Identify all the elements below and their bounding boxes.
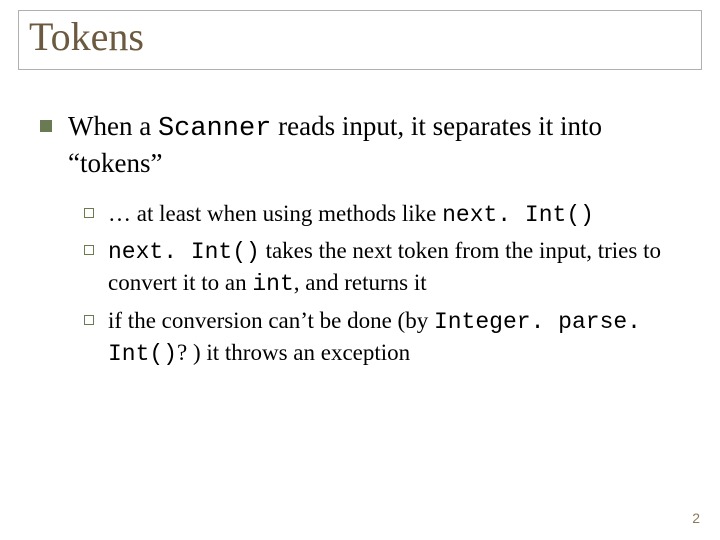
code-fragment: next. Int() <box>108 239 260 265</box>
text-fragment: … at least when using methods like <box>108 201 442 226</box>
text-fragment: ? ) it throws an exception <box>177 340 410 365</box>
slide-title: Tokens <box>29 15 691 59</box>
code-fragment: Scanner <box>158 114 271 144</box>
main-bullet: When a Scanner reads input, it separates… <box>40 110 680 181</box>
bullet-filled-icon <box>40 120 52 132</box>
main-bullet-text: When a Scanner reads input, it separates… <box>68 110 680 181</box>
sub-bullet: … at least when using methods like next.… <box>84 199 680 231</box>
page-number: 2 <box>692 510 700 526</box>
sub-bullet: if the conversion can’t be done (by Inte… <box>84 306 680 370</box>
bullet-open-icon <box>84 245 94 255</box>
code-fragment: int <box>252 271 293 297</box>
bullet-open-icon <box>84 208 94 218</box>
text-fragment: When a <box>68 111 158 141</box>
code-fragment: next. Int() <box>442 202 594 228</box>
slide-body: When a Scanner reads input, it separates… <box>40 110 680 376</box>
sub-bullet-text: next. Int() takes the next token from th… <box>108 236 680 300</box>
text-fragment: , and returns it <box>294 270 427 295</box>
sub-bullet-group: … at least when using methods like next.… <box>84 199 680 370</box>
slide: Tokens When a Scanner reads input, it se… <box>0 0 720 540</box>
sub-bullet: next. Int() takes the next token from th… <box>84 236 680 300</box>
sub-bullet-text: … at least when using methods like next.… <box>108 199 594 231</box>
text-fragment: if the conversion can’t be done (by <box>108 308 434 333</box>
bullet-open-icon <box>84 315 94 325</box>
sub-bullet-text: if the conversion can’t be done (by Inte… <box>108 306 680 370</box>
title-container: Tokens <box>18 10 702 70</box>
